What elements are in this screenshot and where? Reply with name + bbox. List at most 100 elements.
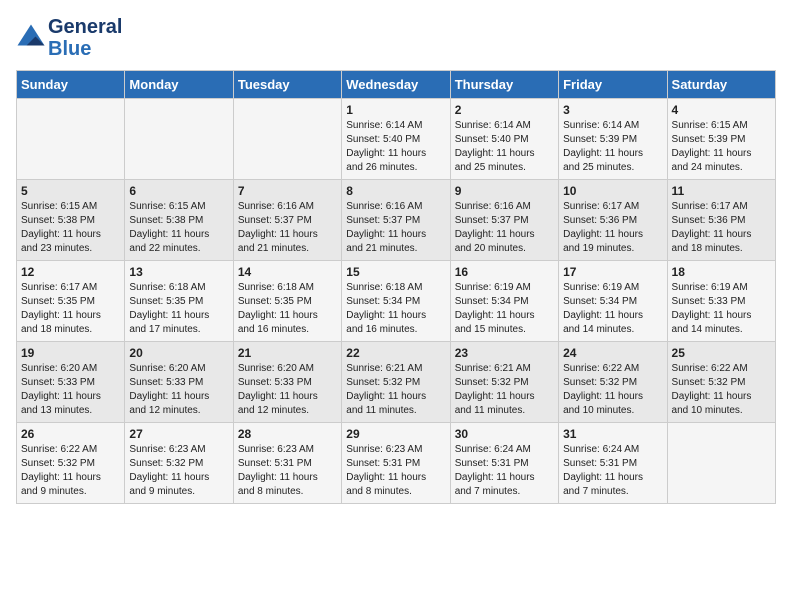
day-header-sunday: Sunday — [17, 71, 125, 99]
calendar-cell: 27Sunrise: 6:23 AM Sunset: 5:32 PM Dayli… — [125, 423, 233, 504]
calendar-cell: 3 Sunrise: 6:14 AM Sunset: 5:39 PM Daylig… — [559, 99, 667, 180]
day-number: 14 — [238, 265, 337, 279]
day-info: Sunrise: 6:17 AM Sunset: 5:36 PM Dayligh… — [672, 200, 771, 256]
day-info: Sunrise: 6:22 AM Sunset: 5:32 PM Dayligh… — [672, 362, 771, 418]
calendar-cell: 28 Sunrise: 6:23 AM Sunset: 5:31 PM Dayli… — [233, 423, 341, 504]
day-info: Sunrise: 6:16 AM Sunset: 5:37 PM Dayligh… — [238, 200, 337, 256]
calendar-cell: 18 Sunrise: 6:19 AM Sunset: 5:33 PM Dayli… — [667, 261, 775, 342]
calendar-cell — [17, 99, 125, 180]
calendar-cell: 13 Sunrise: 6:18 AM Sunset: 5:35 PM Dayli… — [125, 261, 233, 342]
day-number: 3 — [563, 103, 662, 117]
day-number: 28 — [238, 427, 337, 441]
calendar-cell: 16 Sunrise: 6:19 AM Sunset: 5:34 PM Dayli… — [450, 261, 558, 342]
calendar-cell — [667, 423, 775, 504]
calendar-week-4: 19 Sunrise: 6:20 AM Sunset: 5:33 PM Dayli… — [17, 342, 776, 423]
day-header-friday: Friday — [559, 71, 667, 99]
calendar-cell: 9 Sunrise: 6:16 AM Sunset: 5:37 PM Daylig… — [450, 180, 558, 261]
calendar-cell: 1Sunrise: 6:14 AM Sunset: 5:40 PM Daylig… — [342, 99, 450, 180]
calendar-cell: 12 Sunrise: 6:17 AM Sunset: 5:35 PM Dayli… — [17, 261, 125, 342]
day-header-wednesday: Wednesday — [342, 71, 450, 99]
calendar-cell: 21 Sunrise: 6:20 AM Sunset: 5:33 PM Dayli… — [233, 342, 341, 423]
calendar-cell: 24Sunrise: 6:22 AM Sunset: 5:32 PM Dayli… — [559, 342, 667, 423]
day-number: 10 — [563, 184, 662, 198]
day-info: Sunrise: 6:23 AM Sunset: 5:31 PM Dayligh… — [238, 443, 337, 499]
calendar-cell: 6 Sunrise: 6:15 AM Sunset: 5:38 PM Daylig… — [125, 180, 233, 261]
day-number: 23 — [455, 346, 554, 360]
day-info: Sunrise: 6:17 AM Sunset: 5:36 PM Dayligh… — [563, 200, 662, 256]
day-number: 8 — [346, 184, 445, 198]
day-number: 12 — [21, 265, 120, 279]
day-number: 1 — [346, 103, 445, 117]
day-info: Sunrise: 6:24 AM Sunset: 5:31 PM Dayligh… — [455, 443, 554, 499]
day-number: 11 — [672, 184, 771, 198]
calendar-cell: 22 Sunrise: 6:21 AM Sunset: 5:32 PM Dayli… — [342, 342, 450, 423]
calendar-cell: 31 Sunrise: 6:24 AM Sunset: 5:31 PM Dayli… — [559, 423, 667, 504]
day-info: Sunrise: 6:16 AM Sunset: 5:37 PM Dayligh… — [455, 200, 554, 256]
logo-icon — [16, 23, 46, 53]
day-info: Sunrise: 6:17 AM Sunset: 5:35 PM Dayligh… — [21, 281, 120, 337]
day-number: 13 — [129, 265, 228, 279]
day-number: 31 — [563, 427, 662, 441]
day-info: Sunrise: 6:21 AM Sunset: 5:32 PM Dayligh… — [346, 362, 445, 418]
day-info: Sunrise: 6:19 AM Sunset: 5:33 PM Dayligh… — [672, 281, 771, 337]
calendar-table: SundayMondayTuesdayWednesdayThursdayFrid… — [16, 70, 776, 504]
calendar-cell: 4 Sunrise: 6:15 AM Sunset: 5:39 PM Daylig… — [667, 99, 775, 180]
day-number: 21 — [238, 346, 337, 360]
day-number: 19 — [21, 346, 120, 360]
day-info: Sunrise: 6:18 AM Sunset: 5:35 PM Dayligh… — [238, 281, 337, 337]
day-number: 26 — [21, 427, 120, 441]
calendar-cell: 17 Sunrise: 6:19 AM Sunset: 5:34 PM Dayli… — [559, 261, 667, 342]
day-info: Sunrise: 6:23 AM Sunset: 5:31 PM Dayligh… — [346, 443, 445, 499]
calendar-header-row: SundayMondayTuesdayWednesdayThursdayFrid… — [17, 71, 776, 99]
day-info: Sunrise: 6:20 AM Sunset: 5:33 PM Dayligh… — [21, 362, 120, 418]
calendar-cell — [125, 99, 233, 180]
header: General Blue — [16, 16, 776, 60]
calendar-cell: 2 Sunrise: 6:14 AM Sunset: 5:40 PM Daylig… — [450, 99, 558, 180]
day-info: Sunrise: 6:22 AM Sunset: 5:32 PM Dayligh… — [21, 443, 120, 499]
logo-text: General Blue — [48, 16, 122, 60]
day-info: Sunrise: 6:14 AM Sunset: 5:39 PM Dayligh… — [563, 119, 662, 175]
day-info: Sunrise: 6:24 AM Sunset: 5:31 PM Dayligh… — [563, 443, 662, 499]
day-number: 7 — [238, 184, 337, 198]
calendar-cell: 8Sunrise: 6:16 AM Sunset: 5:37 PM Daylig… — [342, 180, 450, 261]
day-info: Sunrise: 6:19 AM Sunset: 5:34 PM Dayligh… — [563, 281, 662, 337]
day-info: Sunrise: 6:15 AM Sunset: 5:38 PM Dayligh… — [129, 200, 228, 256]
logo: General Blue — [16, 16, 122, 60]
day-info: Sunrise: 6:21 AM Sunset: 5:32 PM Dayligh… — [455, 362, 554, 418]
day-info: Sunrise: 6:15 AM Sunset: 5:39 PM Dayligh… — [672, 119, 771, 175]
day-number: 6 — [129, 184, 228, 198]
day-number: 24 — [563, 346, 662, 360]
calendar-week-1: 1 Sunrise: 6:14 AM Sunset: 5:40 PM Daylig… — [17, 99, 776, 180]
day-info: Sunrise: 6:19 AM Sunset: 5:34 PM Dayligh… — [455, 281, 554, 337]
calendar-cell: 10 Sunrise: 6:17 AM Sunset: 5:36 PM Dayli… — [559, 180, 667, 261]
day-number: 5 — [21, 184, 120, 198]
day-info: Sunrise: 6:20 AM Sunset: 5:33 PM Dayligh… — [238, 362, 337, 418]
calendar-week-2: 5 Sunrise: 6:15 AM Sunset: 5:38 PM Daylig… — [17, 180, 776, 261]
calendar-cell: 23 Sunrise: 6:21 AM Sunset: 5:32 PM Dayli… — [450, 342, 558, 423]
calendar-cell: 20Sunrise: 6:20 AM Sunset: 5:33 PM Dayli… — [125, 342, 233, 423]
day-number: 9 — [455, 184, 554, 198]
day-number: 17 — [563, 265, 662, 279]
day-info: Sunrise: 6:15 AM Sunset: 5:38 PM Dayligh… — [21, 200, 120, 256]
calendar-cell: 26 Sunrise: 6:22 AM Sunset: 5:32 PM Dayli… — [17, 423, 125, 504]
calendar-cell: 25Sunrise: 6:22 AM Sunset: 5:32 PM Dayli… — [667, 342, 775, 423]
day-info: Sunrise: 6:23 AM Sunset: 5:32 PM Dayligh… — [129, 443, 228, 499]
calendar-cell: 30Sunrise: 6:24 AM Sunset: 5:31 PM Dayli… — [450, 423, 558, 504]
day-number: 2 — [455, 103, 554, 117]
calendar-cell: 5 Sunrise: 6:15 AM Sunset: 5:38 PM Daylig… — [17, 180, 125, 261]
day-number: 18 — [672, 265, 771, 279]
day-number: 16 — [455, 265, 554, 279]
day-header-thursday: Thursday — [450, 71, 558, 99]
day-number: 20 — [129, 346, 228, 360]
calendar-week-5: 26 Sunrise: 6:22 AM Sunset: 5:32 PM Dayli… — [17, 423, 776, 504]
calendar-cell: 19 Sunrise: 6:20 AM Sunset: 5:33 PM Dayli… — [17, 342, 125, 423]
day-info: Sunrise: 6:18 AM Sunset: 5:34 PM Dayligh… — [346, 281, 445, 337]
day-header-monday: Monday — [125, 71, 233, 99]
day-info: Sunrise: 6:14 AM Sunset: 5:40 PM Dayligh… — [455, 119, 554, 175]
calendar-cell: 11 Sunrise: 6:17 AM Sunset: 5:36 PM Dayli… — [667, 180, 775, 261]
day-number: 22 — [346, 346, 445, 360]
day-info: Sunrise: 6:18 AM Sunset: 5:35 PM Dayligh… — [129, 281, 228, 337]
day-number: 4 — [672, 103, 771, 117]
day-header-tuesday: Tuesday — [233, 71, 341, 99]
day-number: 15 — [346, 265, 445, 279]
